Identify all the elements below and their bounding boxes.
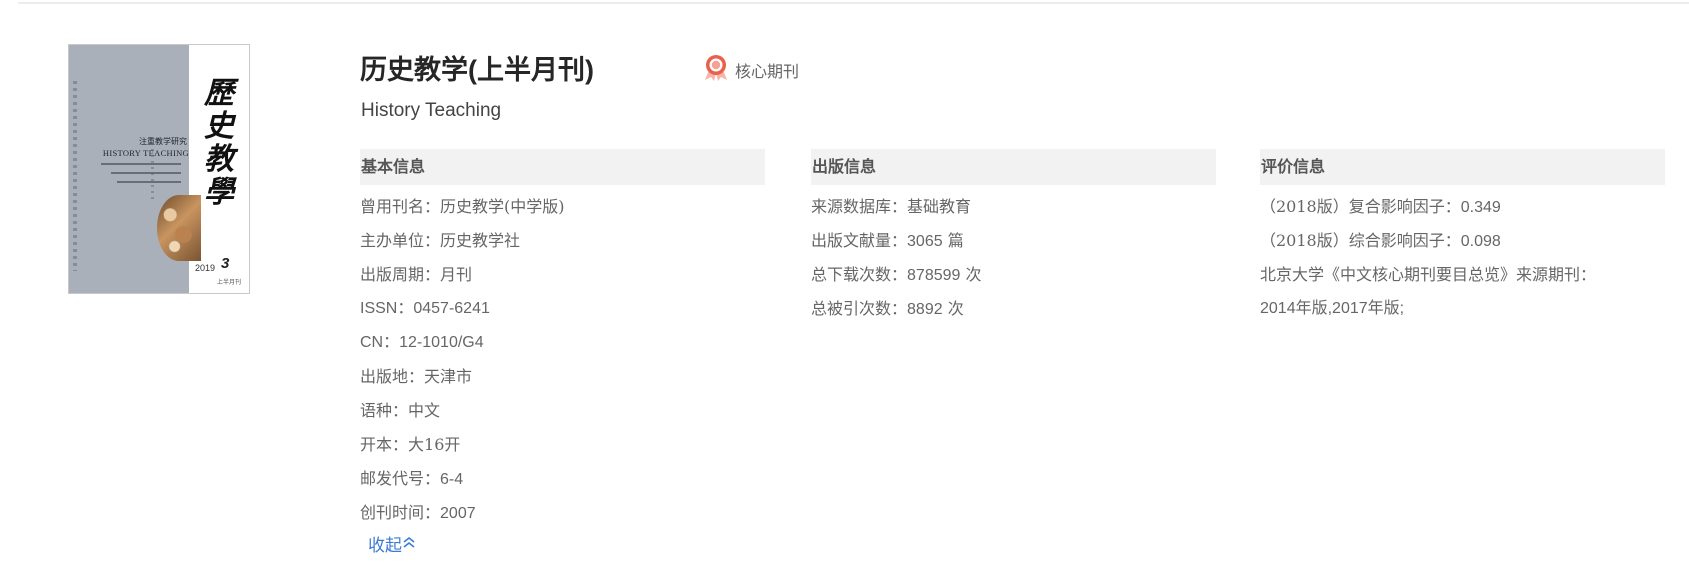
top-divider [18, 2, 1689, 4]
info-row-cn: CN：12-1010/G4 [360, 326, 765, 360]
core-source-value: 2014年版,2017年版; [1260, 300, 1405, 317]
info-row-postal-code: 邮发代号：6-4 [360, 462, 765, 496]
row-value: 大16开 [408, 435, 461, 454]
cover-year: 2019 [195, 263, 216, 273]
cover-title-char: 史 [204, 109, 234, 144]
row-label: 总被引次数： [811, 299, 908, 318]
basic-info-section: 基本信息 曾用刊名：历史教学(中学版) 主办单位：历史教学社 出版周期：月刊 I… [360, 149, 765, 530]
core-journal-badge: 核心期刊 [703, 54, 799, 86]
cover-title: 歷 史 教 學 [195, 77, 243, 209]
info-row-former-name: 曾用刊名：历史教学(中学版) [360, 190, 765, 224]
cover-line [101, 163, 181, 165]
cover-line [111, 172, 181, 174]
cover-issue-number: 3 [221, 255, 230, 272]
collapse-label: 收起 [368, 536, 402, 556]
row-label: 来源数据库： [811, 197, 908, 216]
info-row-source-database: 来源数据库：基础教育 [811, 190, 1216, 224]
row-label: 语种： [360, 401, 409, 420]
row-label: 创刊时间： [360, 503, 441, 522]
row-unit: 次 [942, 299, 964, 318]
info-row-download-count: 总下载次数：878599 次 [811, 258, 1216, 292]
row-value: 月刊 [440, 265, 473, 284]
row-label: ISSN： [360, 300, 414, 317]
row-value: 12-1010/G4 [399, 334, 484, 351]
journal-cover-image: 注重教学研究 HISTORY TEACHING 歷 史 教 學 2019 3 上… [68, 44, 250, 294]
row-value: 6-4 [440, 471, 464, 488]
cover-title-char: 教 [204, 142, 234, 177]
info-row-comprehensive-if: （2018版）综合影响因子：0.098 [1260, 224, 1665, 258]
row-value: 8892 [907, 301, 943, 318]
info-row-place: 出版地：天津市 [360, 360, 765, 394]
row-value: 历史教学社 [440, 231, 521, 250]
core-source-label: 北京大学《中文核心期刊要目总览》来源期刊： [1260, 265, 1597, 284]
row-value: 2007 [440, 505, 476, 522]
row-label: 出版文献量： [811, 231, 908, 250]
row-value: 3065 [907, 233, 943, 250]
row-value: 0.349 [1460, 199, 1501, 216]
row-value: 历史教学(中学版) [440, 197, 565, 216]
row-value: 0.098 [1460, 233, 1501, 250]
journal-english-title: History Teaching [361, 100, 502, 121]
info-row-sponsor: 主办单位：历史教学社 [360, 224, 765, 258]
cover-artwork [157, 195, 201, 261]
info-row-composite-if: （2018版）复合影响因子：0.349 [1260, 190, 1665, 224]
double-chevron-up-icon [402, 534, 416, 554]
row-label: 主办单位： [360, 231, 441, 250]
info-row-article-count: 出版文献量：3065 篇 [811, 224, 1216, 258]
row-unit: 篇 [942, 231, 964, 250]
cover-spine-text [73, 81, 77, 271]
info-row-founded: 创刊时间：2007 [360, 496, 765, 530]
journal-title: 历史教学(上半月刊) [360, 55, 594, 85]
info-row-citation-count: 总被引次数：8892 次 [811, 292, 1216, 326]
row-value: 0457-6241 [413, 300, 490, 317]
row-unit: 次 [960, 265, 982, 284]
cover-line [117, 181, 181, 183]
info-row-language: 语种：中文 [360, 394, 765, 428]
row-value: 878599 [907, 267, 961, 284]
core-source-info: 北京大学《中文核心期刊要目总览》来源期刊： 2014年版,2017年版; [1260, 258, 1665, 326]
row-label: 曾用刊名： [360, 197, 441, 216]
cover-english-title: HISTORY TEACHING [102, 148, 189, 158]
row-label: 邮发代号： [360, 469, 441, 488]
core-journal-label: 核心期刊 [735, 62, 800, 81]
publication-info-heading: 出版信息 [811, 149, 1216, 185]
info-row-format: 开本：大16开 [360, 428, 765, 462]
cover-title-char: 學 [204, 175, 234, 210]
row-value: 中文 [408, 401, 441, 420]
row-label: 开本： [360, 435, 409, 454]
collapse-button[interactable]: 收起 [368, 531, 416, 556]
basic-info-heading: 基本信息 [360, 149, 765, 185]
row-label: CN： [360, 334, 400, 351]
row-label: 总下载次数： [811, 265, 908, 284]
info-row-issn: ISSN：0457-6241 [360, 292, 765, 326]
award-ribbon-icon [703, 54, 729, 86]
info-row-frequency: 出版周期：月刊 [360, 258, 765, 292]
row-label: 出版地： [360, 367, 425, 386]
cover-subtitle: 注重教学研究 [139, 137, 187, 146]
row-label: （2018版）复合影响因子： [1260, 197, 1461, 216]
cover-edition: 上半月刊 [217, 279, 242, 286]
row-label: 出版周期： [360, 265, 441, 284]
evaluation-info-section: 评价信息 （2018版）复合影响因子：0.349 （2018版）综合影响因子：0… [1260, 149, 1665, 326]
row-value: 基础教育 [907, 197, 972, 216]
row-label: （2018版）综合影响因子： [1260, 231, 1461, 250]
publication-info-section: 出版信息 来源数据库：基础教育 出版文献量：3065 篇 总下载次数：87859… [811, 149, 1216, 326]
row-value: 天津市 [424, 367, 473, 386]
cover-title-char: 歷 [204, 76, 234, 111]
evaluation-info-heading: 评价信息 [1260, 149, 1665, 185]
